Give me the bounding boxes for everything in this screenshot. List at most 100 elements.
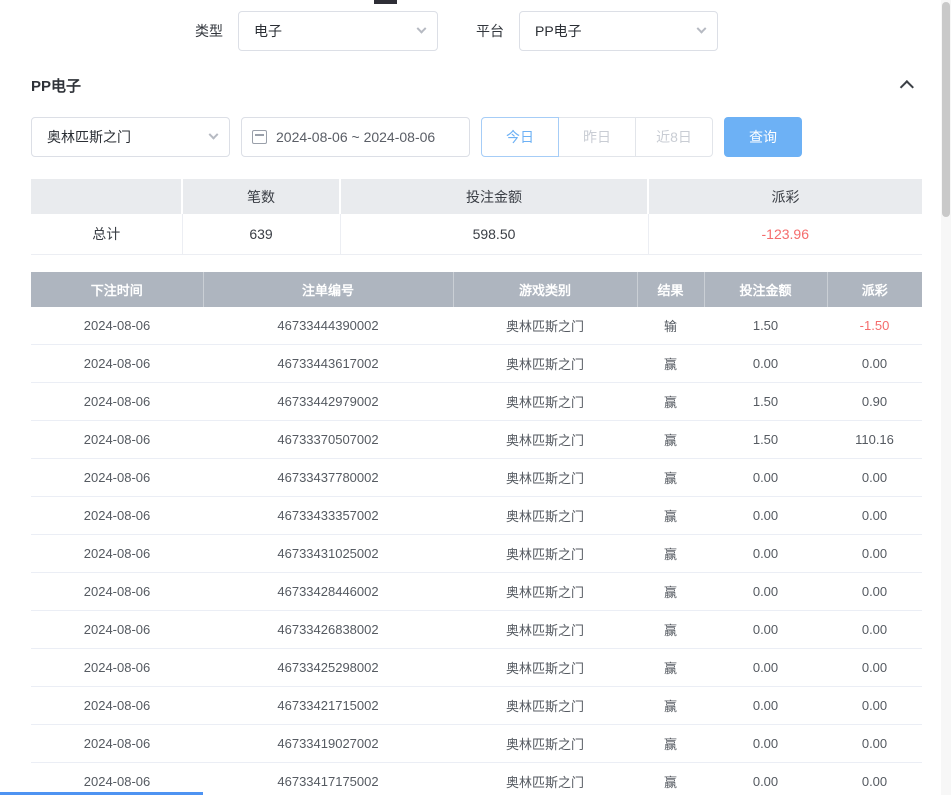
topbar: 类型 电子 平台 PP电子 xyxy=(195,11,951,51)
result-cell: 赢 xyxy=(637,497,704,535)
order-id-cell: 46733444390002 xyxy=(203,307,453,345)
header-bet-time: 下注时间 xyxy=(31,272,203,307)
chevron-down-icon xyxy=(209,129,219,139)
bet-records-table: 下注时间 注单编号 游戏类别 结果 投注金额 派彩 2024-08-064673… xyxy=(31,272,922,795)
table-row: 2024-08-0646733421715002奥林匹斯之门赢0.000.00 xyxy=(31,687,922,725)
result-cell: 赢 xyxy=(637,421,704,459)
bet-time-cell: 2024-08-06 xyxy=(31,421,203,459)
bet-amount-cell: 0.00 xyxy=(704,497,827,535)
header-game-type: 游戏类别 xyxy=(453,272,637,307)
top-notch xyxy=(374,0,397,4)
summary-header-payout: 派彩 xyxy=(648,179,922,214)
bet-time-cell: 2024-08-06 xyxy=(31,459,203,497)
platform-select-value: PP电子 xyxy=(535,21,582,41)
chevron-down-icon xyxy=(417,23,427,33)
result-cell: 赢 xyxy=(637,687,704,725)
bet-amount-cell: 0.00 xyxy=(704,573,827,611)
game-type-cell: 奥林匹斯之门 xyxy=(453,611,637,649)
bet-amount-cell: 0.00 xyxy=(704,535,827,573)
game-select-value: 奥林匹斯之门 xyxy=(47,127,131,147)
bet-time-cell: 2024-08-06 xyxy=(31,307,203,345)
table-row: 2024-08-0646733370507002奥林匹斯之门赢1.50110.1… xyxy=(31,421,922,459)
vertical-scrollbar[interactable] xyxy=(941,0,951,795)
order-id-cell: 46733437780002 xyxy=(203,459,453,497)
bet-time-cell: 2024-08-06 xyxy=(31,725,203,763)
game-type-cell: 奥林匹斯之门 xyxy=(453,307,637,345)
payout-cell: 110.16 xyxy=(827,421,922,459)
game-type-cell: 奥林匹斯之门 xyxy=(453,459,637,497)
filter-row: 奥林匹斯之门 2024-08-06 ~ 2024-08-06 今日 昨日 近8日… xyxy=(31,117,951,157)
bet-time-cell: 2024-08-06 xyxy=(31,573,203,611)
type-label: 类型 xyxy=(195,21,223,41)
summary-total-row: 总计 639 598.50 -123.96 xyxy=(31,214,922,254)
query-button[interactable]: 查询 xyxy=(724,117,802,157)
summary-count-value: 639 xyxy=(182,214,340,254)
header-payout: 派彩 xyxy=(827,272,922,307)
section-header: PP电子 xyxy=(31,75,922,95)
payout-cell: 0.00 xyxy=(827,497,922,535)
summary-header-bet-amount: 投注金额 xyxy=(340,179,648,214)
bet-amount-cell: 1.50 xyxy=(704,307,827,345)
bet-amount-cell: 1.50 xyxy=(704,383,827,421)
bet-time-cell: 2024-08-06 xyxy=(31,611,203,649)
summary-bet-amount-value: 598.50 xyxy=(340,214,648,254)
order-id-cell: 46733433357002 xyxy=(203,497,453,535)
date-range-value: 2024-08-06 ~ 2024-08-06 xyxy=(276,129,435,145)
bet-time-cell: 2024-08-06 xyxy=(31,649,203,687)
bet-amount-cell: 0.00 xyxy=(704,459,827,497)
vertical-scrollbar-thumb[interactable] xyxy=(942,2,950,217)
quick-range-button-group: 今日 昨日 近8日 xyxy=(481,117,713,157)
summary-total-label: 总计 xyxy=(31,214,182,254)
game-select[interactable]: 奥林匹斯之门 xyxy=(31,117,230,157)
result-cell: 赢 xyxy=(637,725,704,763)
table-row: 2024-08-0646733419027002奥林匹斯之门赢0.000.00 xyxy=(31,725,922,763)
game-type-cell: 奥林匹斯之门 xyxy=(453,421,637,459)
bet-time-cell: 2024-08-06 xyxy=(31,345,203,383)
order-id-cell: 46733428446002 xyxy=(203,573,453,611)
result-cell: 赢 xyxy=(637,649,704,687)
table-row: 2024-08-0646733417175002奥林匹斯之门赢0.000.00 xyxy=(31,763,922,795)
type-select-value: 电子 xyxy=(254,21,282,41)
table-row: 2024-08-0646733444390002奥林匹斯之门输1.50-1.50 xyxy=(31,307,922,345)
game-type-cell: 奥林匹斯之门 xyxy=(453,535,637,573)
table-row: 2024-08-0646733442979002奥林匹斯之门赢1.500.90 xyxy=(31,383,922,421)
summary-header-blank xyxy=(31,179,182,214)
date-range-picker[interactable]: 2024-08-06 ~ 2024-08-06 xyxy=(241,117,470,157)
payout-cell: 0.90 xyxy=(827,383,922,421)
collapse-chevron-up-icon[interactable] xyxy=(900,80,914,94)
order-id-cell: 46733443617002 xyxy=(203,345,453,383)
game-type-cell: 奥林匹斯之门 xyxy=(453,345,637,383)
payout-cell: 0.00 xyxy=(827,611,922,649)
type-select[interactable]: 电子 xyxy=(238,11,438,51)
last-8-days-button[interactable]: 近8日 xyxy=(635,117,713,157)
payout-cell: -1.50 xyxy=(827,307,922,345)
platform-select[interactable]: PP电子 xyxy=(519,11,718,51)
game-type-cell: 奥林匹斯之门 xyxy=(453,725,637,763)
result-cell: 赢 xyxy=(637,459,704,497)
table-row: 2024-08-0646733428446002奥林匹斯之门赢0.000.00 xyxy=(31,573,922,611)
order-id-cell: 46733417175002 xyxy=(203,763,453,795)
table-row: 2024-08-0646733426838002奥林匹斯之门赢0.000.00 xyxy=(31,611,922,649)
bet-table-body: 2024-08-0646733444390002奥林匹斯之门输1.50-1.50… xyxy=(31,307,922,795)
payout-cell: 0.00 xyxy=(827,763,922,795)
bet-time-cell: 2024-08-06 xyxy=(31,383,203,421)
result-cell: 输 xyxy=(637,307,704,345)
bet-amount-cell: 0.00 xyxy=(704,725,827,763)
result-cell: 赢 xyxy=(637,763,704,795)
payout-cell: 0.00 xyxy=(827,725,922,763)
order-id-cell: 46733421715002 xyxy=(203,687,453,725)
summary-table: 笔数 投注金额 派彩 总计 639 598.50 -123.96 xyxy=(31,179,922,255)
summary-payout-value: -123.96 xyxy=(648,214,922,254)
game-type-cell: 奥林匹斯之门 xyxy=(453,383,637,421)
bet-time-cell: 2024-08-06 xyxy=(31,497,203,535)
table-row: 2024-08-0646733433357002奥林匹斯之门赢0.000.00 xyxy=(31,497,922,535)
result-cell: 赢 xyxy=(637,345,704,383)
yesterday-button[interactable]: 昨日 xyxy=(558,117,636,157)
order-id-cell: 46733419027002 xyxy=(203,725,453,763)
today-button[interactable]: 今日 xyxy=(481,117,559,157)
bet-amount-cell: 0.00 xyxy=(704,611,827,649)
calendar-icon xyxy=(252,130,267,144)
result-cell: 赢 xyxy=(637,573,704,611)
payout-cell: 0.00 xyxy=(827,687,922,725)
payout-cell: 0.00 xyxy=(827,345,922,383)
